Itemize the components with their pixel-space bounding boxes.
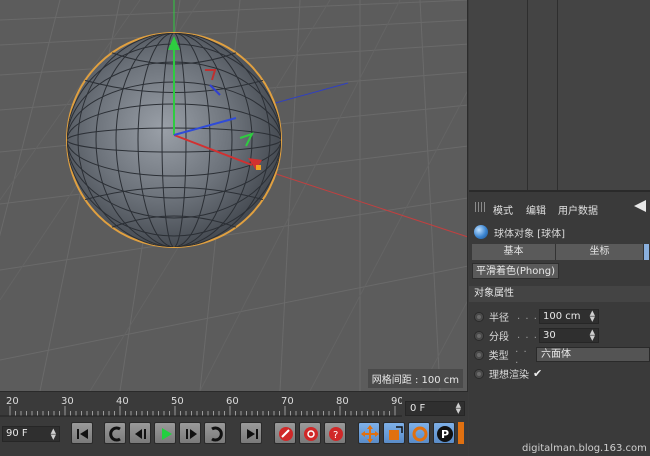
keyframe-selection-button[interactable]: ? [324, 422, 346, 444]
spinner-icon[interactable]: ▲ ▼ [590, 310, 595, 323]
back-arrow-icon[interactable] [634, 200, 646, 212]
radius-label: 半径 [489, 313, 509, 324]
render-perfect-checkbox[interactable]: ✔ [533, 367, 542, 380]
play-icon [162, 428, 172, 440]
ruler-tick-label: 40 [116, 396, 129, 407]
spinner-icon[interactable]: ▲ ▼ [590, 329, 595, 342]
ruler-tick-label: 20 [6, 396, 19, 407]
ruler-tick-label: 90 [391, 396, 402, 407]
menu-user-data[interactable]: 用户数据 [558, 202, 598, 217]
timeline-ruler[interactable]: 20 30 40 50 60 70 80 90 [0, 392, 402, 420]
go-to-start-button[interactable] [71, 422, 93, 444]
render-perfect-anim-toggle[interactable] [474, 368, 484, 379]
attribute-manager-panel: 模式 编辑 用户数据 球体对象 [球体] 基本 坐标 平滑着色(Phong) 对… [469, 190, 650, 456]
render-perfect-label: 理想渲染 [489, 370, 529, 381]
radius-anim-toggle[interactable] [474, 311, 484, 322]
menu-mode[interactable]: 模式 [493, 202, 513, 217]
ruler-tick-label: 80 [336, 396, 349, 407]
go-to-end-icon [247, 429, 258, 439]
end-frame-input[interactable]: 90 F ▲ ▼ [2, 426, 60, 442]
radius-input[interactable]: 100 cm ▲ ▼ [539, 309, 599, 324]
tab-coordinates[interactable]: 坐标 [556, 244, 644, 260]
radius-value: 100 cm [543, 311, 581, 322]
previous-keyframe-icon [109, 426, 121, 442]
timeline[interactable]: 20 30 40 50 60 70 80 90 0 F ▲ ▼ [0, 391, 468, 419]
segments-dots: . . . [517, 330, 538, 341]
menu-edit[interactable]: 编辑 [526, 202, 546, 217]
render-perfect-row: 理想渲染 ✔ [474, 365, 650, 382]
type-dropdown[interactable]: 六面体 [535, 347, 650, 362]
scale-key-button[interactable] [383, 422, 405, 444]
segments-value: 30 [543, 330, 556, 341]
go-to-start-icon [77, 429, 88, 439]
grid-spacing-label: 网格间距 : 100 cm [367, 369, 463, 388]
attribute-menu-bar: 模式 编辑 用户数据 [469, 197, 650, 217]
record-button[interactable] [274, 422, 296, 444]
ruler-tick-label: 60 [226, 396, 239, 407]
transport-bar: 90 F ▲ ▼ ? P [0, 419, 468, 456]
more-keys-indicator[interactable] [458, 422, 464, 444]
watermark-text: digitalman.blog.163.com [522, 443, 647, 454]
radius-row: 半径 . . . 100 cm ▲ ▼ [474, 308, 650, 325]
tab-phong[interactable]: 平滑着色(Phong) [472, 263, 559, 279]
previous-keyframe-button[interactable] [104, 422, 126, 444]
current-frame-value: 0 F [410, 403, 426, 414]
auto-keyframe-button[interactable] [299, 422, 321, 444]
record-icon [279, 427, 293, 441]
object-manager-panel[interactable] [469, 0, 650, 190]
svg-text:?: ? [333, 430, 338, 441]
panel-grip-icon[interactable] [475, 202, 485, 212]
object-title-text: 球体对象 [球体] [494, 228, 565, 240]
svg-text:P: P [441, 428, 449, 441]
next-frame-icon [186, 429, 197, 439]
next-keyframe-button[interactable] [204, 422, 226, 444]
scale-key-icon [389, 426, 403, 440]
segments-label: 分段 [489, 332, 509, 343]
move-key-icon [361, 425, 379, 443]
ruler-tick-label: 50 [171, 396, 184, 407]
column-divider [557, 0, 558, 190]
type-anim-toggle[interactable] [474, 349, 484, 360]
end-frame-value: 90 F [6, 428, 28, 439]
auto-keyframe-icon [304, 427, 318, 441]
next-keyframe-icon [211, 426, 223, 442]
scene-canvas[interactable] [0, 0, 468, 391]
sphere-icon [474, 225, 488, 239]
radius-dots: . . . [517, 311, 538, 322]
segments-anim-toggle[interactable] [474, 330, 484, 341]
segments-row: 分段 . . . 30 ▲ ▼ [474, 327, 650, 344]
segments-input[interactable]: 30 ▲ ▼ [539, 328, 599, 343]
object-title: 球体对象 [球体] [474, 224, 565, 240]
type-label: 类型 [488, 351, 509, 362]
parameter-key-button[interactable]: P [433, 422, 455, 444]
previous-frame-icon [135, 429, 146, 439]
current-frame-input[interactable]: 0 F ▲ ▼ [405, 401, 465, 416]
section-title: 对象属性 [469, 286, 650, 302]
parameter-key-icon: P [437, 426, 453, 442]
move-key-button[interactable] [358, 422, 380, 444]
previous-frame-button[interactable] [129, 422, 151, 444]
3d-viewport[interactable]: 网格间距 : 100 cm [0, 0, 468, 391]
column-divider [527, 0, 528, 190]
keyframe-selection-icon: ? [329, 427, 343, 441]
spinner-icon[interactable]: ▲ ▼ [51, 428, 56, 441]
next-frame-button[interactable] [179, 422, 201, 444]
attribute-tabs: 基本 坐标 [472, 244, 650, 260]
tab-object[interactable] [644, 244, 650, 260]
spinner-icon[interactable]: ▲ ▼ [456, 402, 461, 415]
rotate-key-button[interactable] [408, 422, 430, 444]
ruler-tick-label: 70 [281, 396, 294, 407]
type-row: 类型 . . . 六面体 [474, 343, 650, 366]
go-to-end-button[interactable] [240, 422, 262, 444]
tab-basic[interactable]: 基本 [472, 244, 556, 260]
rotate-key-icon [412, 426, 428, 442]
ruler-tick-label: 30 [61, 396, 74, 407]
play-button[interactable] [154, 422, 176, 444]
type-dots: . . . [515, 343, 528, 366]
